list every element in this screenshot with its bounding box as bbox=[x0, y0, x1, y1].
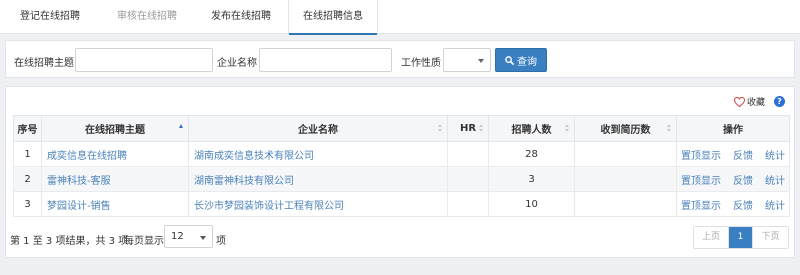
page-number-button[interactable]: 1 bbox=[729, 227, 752, 248]
col-header-resumes[interactable]: 收到简历数 bbox=[574, 115, 677, 142]
row-resumes bbox=[574, 191, 677, 217]
prev-page-button[interactable]: 上页 bbox=[694, 227, 729, 248]
heart-icon bbox=[734, 96, 745, 107]
col-header-resumes-label: 收到简历数 bbox=[600, 125, 651, 136]
nature-label: 工作性质 bbox=[401, 58, 441, 69]
row-hr bbox=[447, 191, 489, 217]
company-link[interactable]: 长沙市梦园装饰设计工程有限公司 bbox=[194, 201, 344, 212]
statistics-link[interactable]: 统计 bbox=[765, 172, 785, 187]
feedback-link[interactable]: 反馈 bbox=[733, 197, 753, 212]
nature-select[interactable] bbox=[443, 48, 491, 72]
company-input[interactable] bbox=[259, 48, 392, 72]
sort-icon bbox=[565, 124, 570, 134]
table-row: 1 成奕信息在线招聘 湖南成奕信息技术有限公司 28 置顶显示 反馈 统计 bbox=[13, 141, 790, 167]
pin-top-link[interactable]: 置顶显示 bbox=[681, 147, 721, 162]
company-label: 企业名称 bbox=[217, 58, 257, 69]
company-link[interactable]: 湖南成奕信息技术有限公司 bbox=[194, 151, 314, 162]
row-company: 湖南成奕信息技术有限公司 bbox=[188, 141, 448, 167]
col-header-hr-label: HR bbox=[459, 123, 477, 134]
topic-link[interactable]: 雷神科技-客服 bbox=[47, 176, 111, 187]
topic-input[interactable] bbox=[75, 48, 213, 72]
per-page-label: 每页显示 bbox=[124, 236, 164, 247]
statistics-link[interactable]: 统计 bbox=[765, 147, 785, 162]
row-actions: 置顶显示 反馈 统计 bbox=[676, 141, 790, 167]
next-page-button[interactable]: 下页 bbox=[752, 227, 788, 248]
pin-top-link[interactable]: 置顶显示 bbox=[681, 172, 721, 187]
col-header-topic[interactable]: 在线招聘主题 bbox=[41, 115, 189, 142]
recruitment-table: 序号 在线招聘主题 企业名称 HR 招聘人数 收到简历数 操作 1 成奕信息在线… bbox=[13, 115, 790, 217]
row-company: 湖南雷神科技有限公司 bbox=[188, 166, 448, 192]
col-header-hr[interactable]: HR bbox=[447, 115, 489, 142]
row-index: 2 bbox=[13, 166, 42, 192]
favorite-label: 收藏 bbox=[747, 98, 766, 108]
row-company: 长沙市梦园装饰设计工程有限公司 bbox=[188, 191, 448, 217]
feedback-link[interactable]: 反馈 bbox=[733, 147, 753, 162]
statistics-link[interactable]: 统计 bbox=[765, 197, 785, 212]
favorite-button[interactable]: 收藏 bbox=[734, 95, 765, 108]
query-button[interactable]: 查询 bbox=[495, 48, 547, 72]
col-header-company-label: 企业名称 bbox=[298, 125, 338, 136]
query-button-label: 查询 bbox=[517, 56, 537, 68]
topic-label: 在线招聘主题 bbox=[14, 58, 74, 69]
table-row: 3 梦园设计-销售 长沙市梦园装饰设计工程有限公司 10 置顶显示 反馈 统计 bbox=[13, 191, 790, 217]
tab-review-recruitment[interactable]: 审核在线招聘 bbox=[100, 0, 194, 34]
sort-asc-icon bbox=[179, 124, 184, 134]
sort-icon bbox=[667, 124, 672, 134]
search-panel: 在线招聘主题 企业名称 工作性质 查询 bbox=[5, 40, 795, 78]
feedback-link[interactable]: 反馈 bbox=[733, 172, 753, 187]
topic-link[interactable]: 成奕信息在线招聘 bbox=[47, 151, 127, 162]
row-index: 1 bbox=[13, 141, 42, 167]
row-topic: 成奕信息在线招聘 bbox=[41, 141, 189, 167]
col-header-count[interactable]: 招聘人数 bbox=[488, 115, 575, 142]
help-icon[interactable]: ? bbox=[774, 96, 785, 107]
row-actions: 置顶显示 反馈 统计 bbox=[676, 191, 790, 217]
company-link[interactable]: 湖南雷神科技有限公司 bbox=[194, 176, 294, 187]
row-actions: 置顶显示 反馈 统计 bbox=[676, 166, 790, 192]
tab-recruitment-info[interactable]: 在线招聘信息 bbox=[288, 0, 378, 35]
row-resumes bbox=[574, 166, 677, 192]
row-topic: 梦园设计-销售 bbox=[41, 191, 189, 217]
row-count: 28 bbox=[488, 141, 575, 167]
col-header-actions: 操作 bbox=[676, 115, 790, 142]
row-hr bbox=[447, 141, 489, 167]
row-resumes bbox=[574, 141, 677, 167]
table-header-row: 序号 在线招聘主题 企业名称 HR 招聘人数 收到简历数 操作 bbox=[13, 115, 790, 142]
pagination: 上页 1 下页 bbox=[693, 226, 789, 249]
col-header-index: 序号 bbox=[13, 115, 42, 142]
tab-publish-recruitment[interactable]: 发布在线招聘 bbox=[194, 0, 288, 34]
chevron-down-icon bbox=[200, 236, 206, 240]
row-count: 10 bbox=[488, 191, 575, 217]
results-summary: 第 1 至 3 项结果，共 3 项 bbox=[10, 236, 129, 247]
topic-link[interactable]: 梦园设计-销售 bbox=[47, 201, 111, 212]
search-icon bbox=[505, 55, 514, 65]
chevron-down-icon bbox=[478, 59, 484, 63]
per-page-select[interactable]: 12 bbox=[164, 225, 213, 248]
col-header-company[interactable]: 企业名称 bbox=[188, 115, 448, 142]
per-page-unit: 项 bbox=[216, 236, 226, 247]
row-topic: 雷神科技-客服 bbox=[41, 166, 189, 192]
per-page-value: 12 bbox=[171, 231, 184, 242]
pin-top-link[interactable]: 置顶显示 bbox=[681, 197, 721, 212]
col-header-count-label: 招聘人数 bbox=[511, 125, 552, 136]
tab-register-recruitment[interactable]: 登记在线招聘 bbox=[0, 0, 100, 34]
tab-bar: 登记在线招聘 审核在线招聘 发布在线招聘 在线招聘信息 bbox=[0, 0, 800, 35]
row-index: 3 bbox=[13, 191, 42, 217]
row-hr bbox=[447, 166, 489, 192]
sort-icon bbox=[438, 124, 443, 134]
sort-icon bbox=[479, 124, 484, 134]
row-count: 3 bbox=[488, 166, 575, 192]
table-row: 2 雷神科技-客服 湖南雷神科技有限公司 3 置顶显示 反馈 统计 bbox=[13, 166, 790, 192]
col-header-topic-label: 在线招聘主题 bbox=[85, 125, 145, 136]
